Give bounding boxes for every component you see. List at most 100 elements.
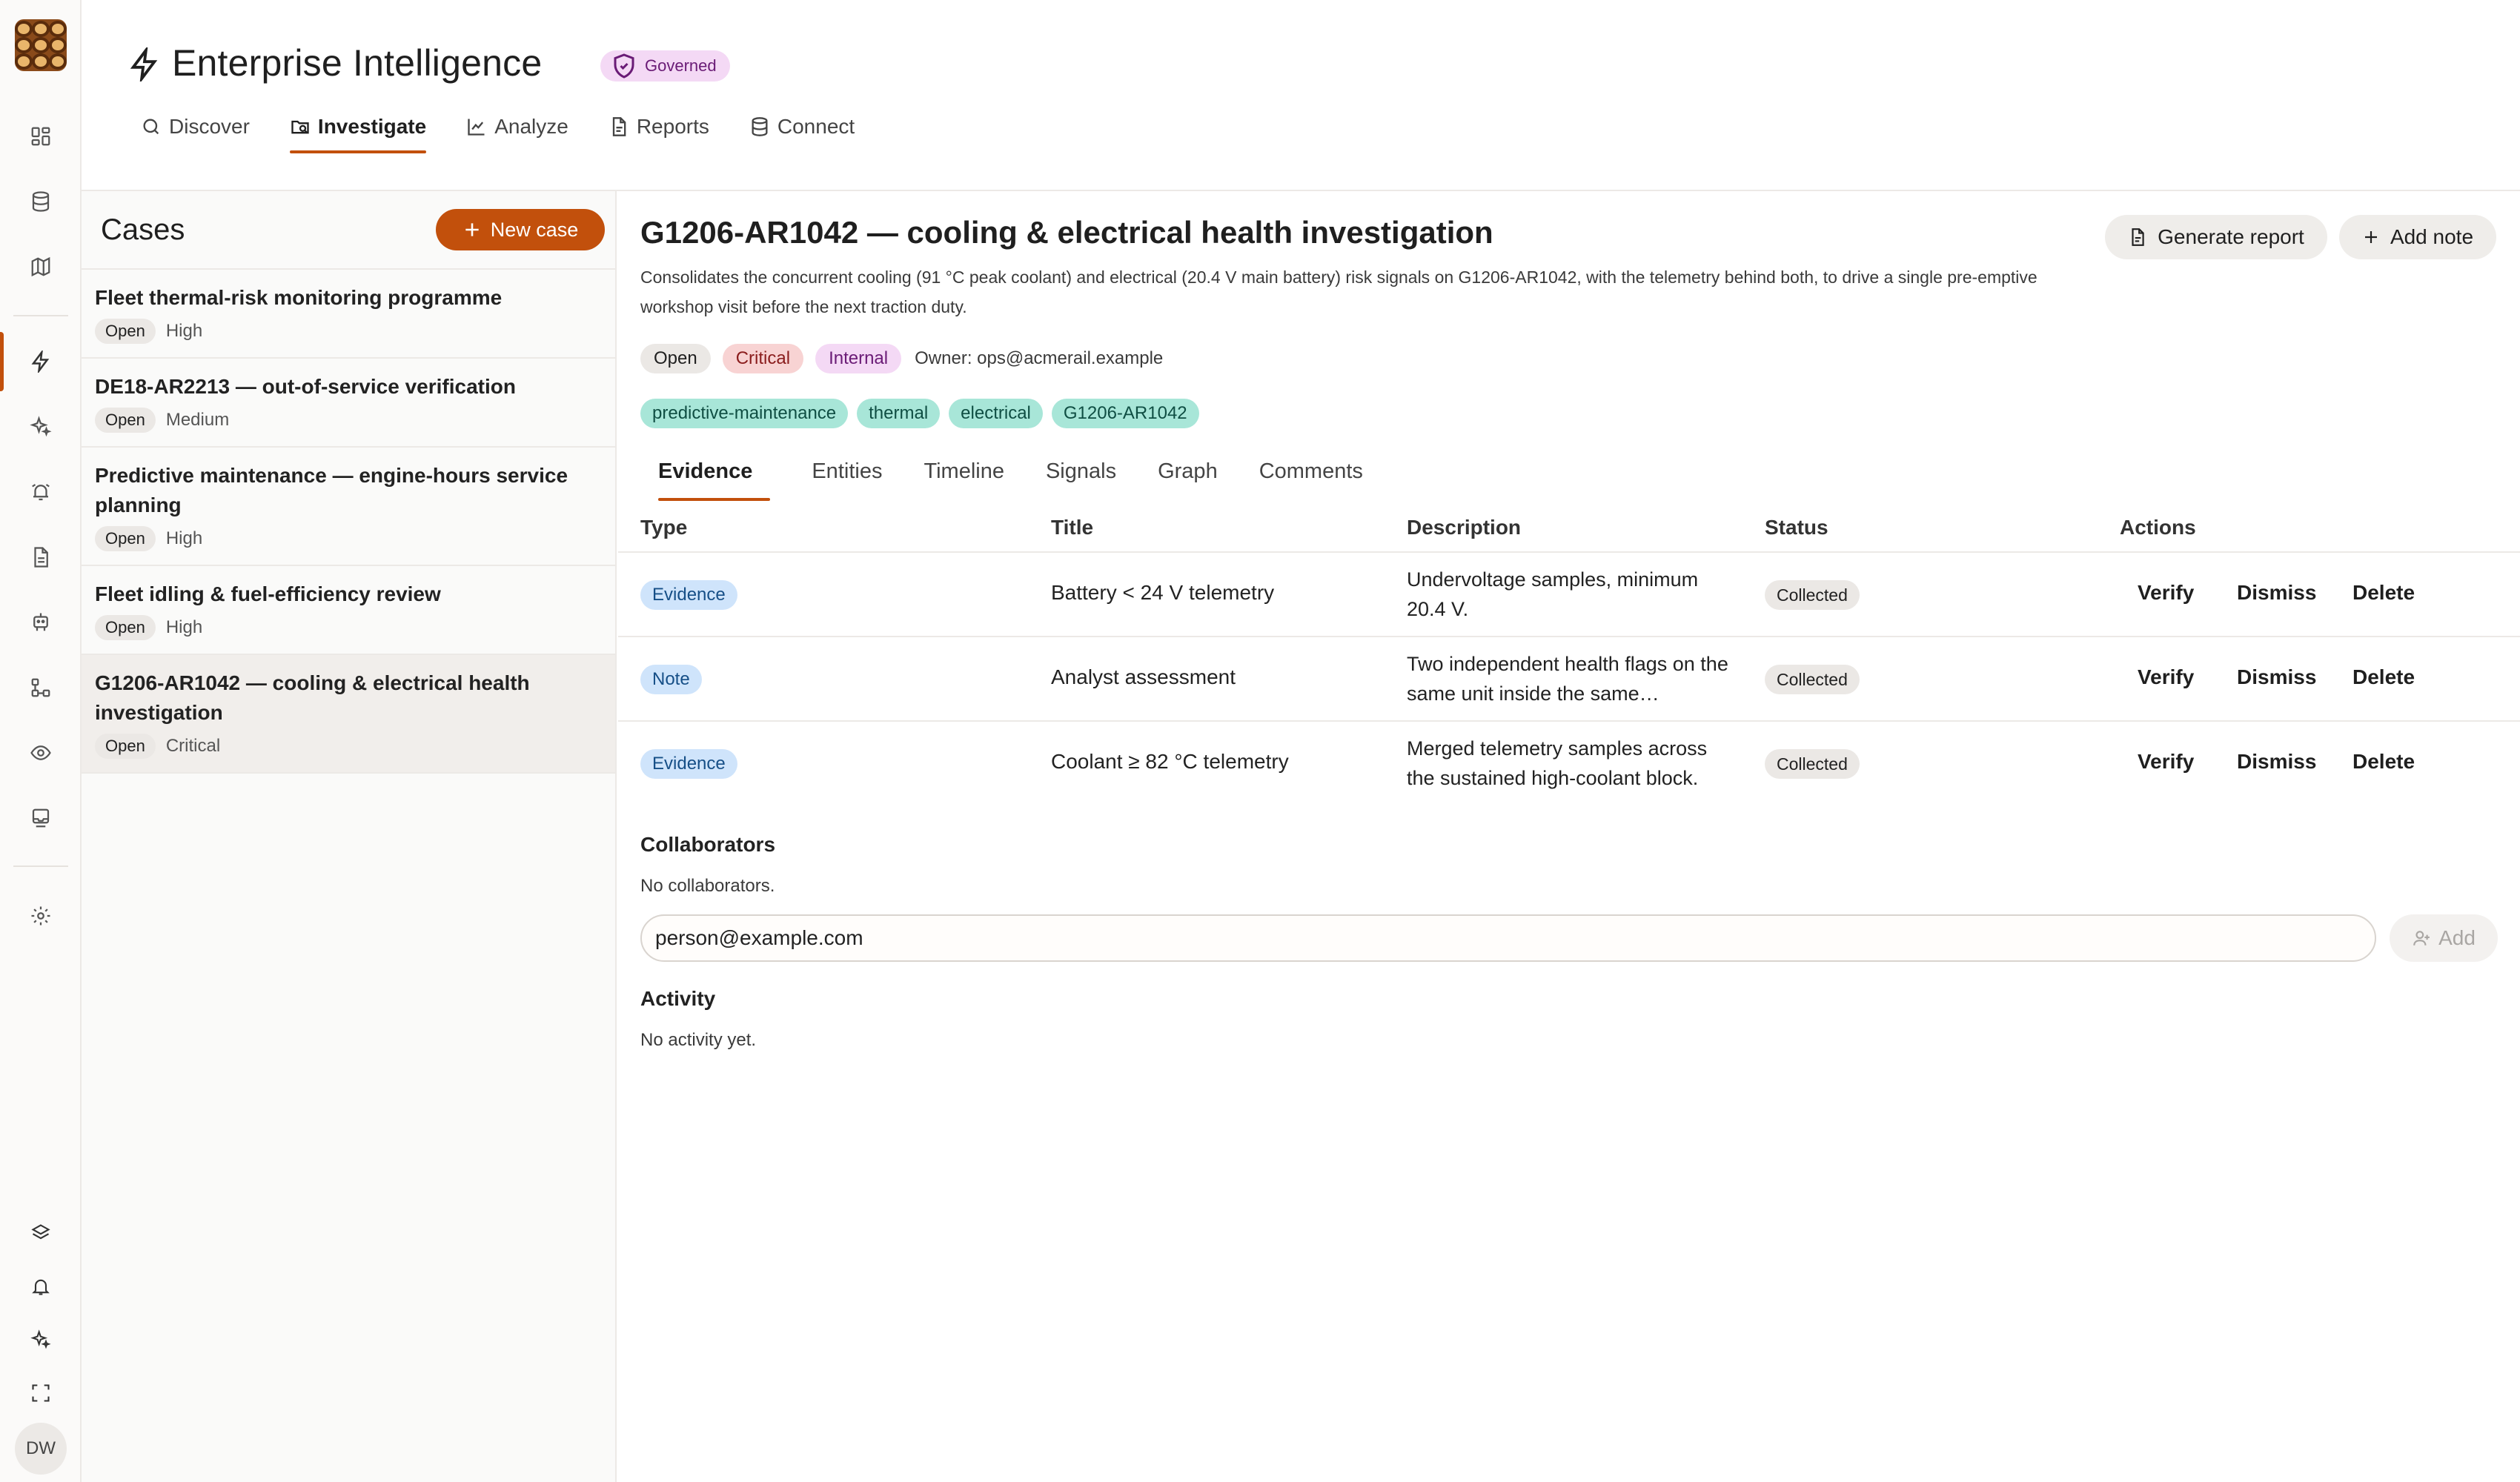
layers-icon[interactable] <box>26 1218 56 1248</box>
tag-chip[interactable]: thermal <box>857 399 941 428</box>
sparkles-icon[interactable] <box>26 1325 56 1355</box>
table-row: Evidence Coolant ≥ 82 °C telemetry Merge… <box>618 722 2520 806</box>
dismiss-button[interactable]: Dismiss <box>2237 750 2316 774</box>
nav-connect-label: Connect <box>777 115 855 138</box>
delete-button[interactable]: Delete <box>2352 665 2415 689</box>
left-rail: DW <box>0 0 82 1482</box>
eye-icon[interactable] <box>26 738 56 768</box>
nav-reports-label: Reports <box>636 115 709 138</box>
owner-label: Owner: ops@acmerail.example <box>915 348 1164 368</box>
tab-signals[interactable]: Signals <box>1046 459 1116 496</box>
alarm-icon[interactable] <box>26 477 56 507</box>
map-icon[interactable] <box>26 252 56 282</box>
case-title: G1206-AR1042 — cooling & electrical heal… <box>95 671 530 724</box>
app-title: Enterprise Intelligence <box>172 42 543 84</box>
verify-button[interactable]: Verify <box>2138 581 2194 605</box>
dashboard-icon[interactable] <box>26 122 56 151</box>
database-icon <box>749 116 770 137</box>
verify-button[interactable]: Verify <box>2138 665 2194 689</box>
search-icon <box>141 116 162 137</box>
case-item[interactable]: Fleet idling & fuel-efficiency review Op… <box>82 565 615 654</box>
table-header: Type Title Description Status Actions <box>618 507 2520 553</box>
new-case-label: New case <box>490 218 579 241</box>
tag-chip[interactable]: G1206-AR1042 <box>1051 399 1199 428</box>
cases-panel: Cases New case Fleet thermal-risk monito… <box>82 191 617 1482</box>
fullscreen-icon[interactable] <box>26 1378 56 1408</box>
status-badge: Open <box>95 615 156 640</box>
status-badge: Collected <box>1765 580 1860 610</box>
status-badge: Open <box>95 734 156 759</box>
case-item[interactable]: Fleet thermal-risk monitoring programme … <box>82 268 615 357</box>
generate-report-button[interactable]: Generate report <box>2105 215 2327 259</box>
settings-icon[interactable] <box>26 901 56 931</box>
sparkles-icon[interactable] <box>26 412 56 442</box>
dismiss-button[interactable]: Dismiss <box>2237 581 2316 605</box>
avatar[interactable]: DW <box>15 1423 67 1475</box>
table-row: Note Analyst assessment Two independent … <box>618 637 2520 722</box>
chart-icon <box>466 116 487 137</box>
bolt-icon[interactable] <box>26 347 56 376</box>
case-detail: G1206-AR1042 — cooling & electrical heal… <box>618 191 2520 1482</box>
status-badge: Open <box>95 526 156 551</box>
collaborators-title: Collaborators <box>640 833 776 856</box>
status-badge: Collected <box>1765 749 1860 779</box>
user-plus-icon <box>2412 928 2431 948</box>
robot-icon[interactable] <box>26 608 56 637</box>
nav-connect[interactable]: Connect <box>749 107 855 146</box>
case-title: Fleet idling & fuel-efficiency review <box>95 582 441 605</box>
type-badge: Evidence <box>640 749 737 779</box>
nav-reports[interactable]: Reports <box>609 107 709 146</box>
nav-investigate[interactable]: Investigate <box>289 107 427 153</box>
status-badge: Open <box>640 344 711 373</box>
shield-icon <box>611 53 637 79</box>
workflow-icon[interactable] <box>26 673 56 702</box>
column-header-type: Type <box>640 516 688 539</box>
add-collaborator-button[interactable]: Add <box>2390 914 2498 962</box>
tab-entities[interactable]: Entities <box>812 459 882 496</box>
tab-evidence[interactable]: Evidence <box>640 459 771 501</box>
case-title: DE18-AR2213 — out-of-service verificatio… <box>95 375 516 398</box>
new-case-button[interactable]: New case <box>436 209 605 250</box>
verify-button[interactable]: Verify <box>2138 750 2194 774</box>
tab-comments[interactable]: Comments <box>1259 459 1363 496</box>
tag-chip[interactable]: electrical <box>949 399 1043 428</box>
row-title: Coolant ≥ 82 °C telemetry <box>1051 750 1289 773</box>
row-description: Two independent health flags on the same… <box>1407 653 1728 705</box>
tag-chip[interactable]: predictive-maintenance <box>640 399 849 428</box>
row-description: Undervoltage samples, minimum 20.4 V. <box>1407 568 1699 620</box>
case-title: Fleet thermal-risk monitoring programme <box>95 286 503 309</box>
priority-label: High <box>165 528 203 548</box>
case-item[interactable]: DE18-AR2213 — out-of-service verificatio… <box>82 357 615 446</box>
case-title: Predictive maintenance — engine-hours se… <box>95 464 568 516</box>
priority-label: Critical <box>165 736 221 756</box>
document-icon[interactable] <box>26 542 56 572</box>
status-badge: Collected <box>1765 665 1860 694</box>
delete-button[interactable]: Delete <box>2352 581 2415 605</box>
delete-button[interactable]: Delete <box>2352 750 2415 774</box>
inbox-icon[interactable] <box>26 803 56 833</box>
case-item-selected[interactable]: G1206-AR1042 — cooling & electrical heal… <box>82 654 615 774</box>
nav-analyze[interactable]: Analyze <box>466 107 568 146</box>
case-list: Fleet thermal-risk monitoring programme … <box>82 268 615 774</box>
priority-label: High <box>165 617 203 637</box>
app-logo[interactable] <box>15 19 67 71</box>
app-header: Enterprise Intelligence Governed Discove… <box>82 0 2520 191</box>
nav-discover[interactable]: Discover <box>141 107 250 146</box>
folder-search-icon <box>290 116 311 137</box>
tab-graph[interactable]: Graph <box>1158 459 1218 496</box>
dismiss-button[interactable]: Dismiss <box>2237 665 2316 689</box>
case-detail-title: G1206-AR1042 — cooling & electrical heal… <box>640 215 1493 250</box>
column-header-title: Title <box>1051 516 1094 539</box>
case-item[interactable]: Predictive maintenance — engine-hours se… <box>82 446 615 565</box>
database-icon[interactable] <box>26 187 56 216</box>
add-note-label: Add note <box>2390 225 2474 248</box>
collaborator-email-input[interactable] <box>640 914 2376 962</box>
plus-icon <box>2362 228 2380 246</box>
main-nav: Discover Investigate Analyze Reports Con… <box>141 107 855 153</box>
column-header-description: Description <box>1407 516 1522 539</box>
detail-tabs: Evidence Entities Timeline Signals Graph… <box>640 459 1363 501</box>
governed-badge: Governed <box>600 50 730 82</box>
add-note-button[interactable]: Add note <box>2339 215 2496 259</box>
bell-icon[interactable] <box>26 1272 56 1301</box>
tab-timeline[interactable]: Timeline <box>924 459 1004 496</box>
